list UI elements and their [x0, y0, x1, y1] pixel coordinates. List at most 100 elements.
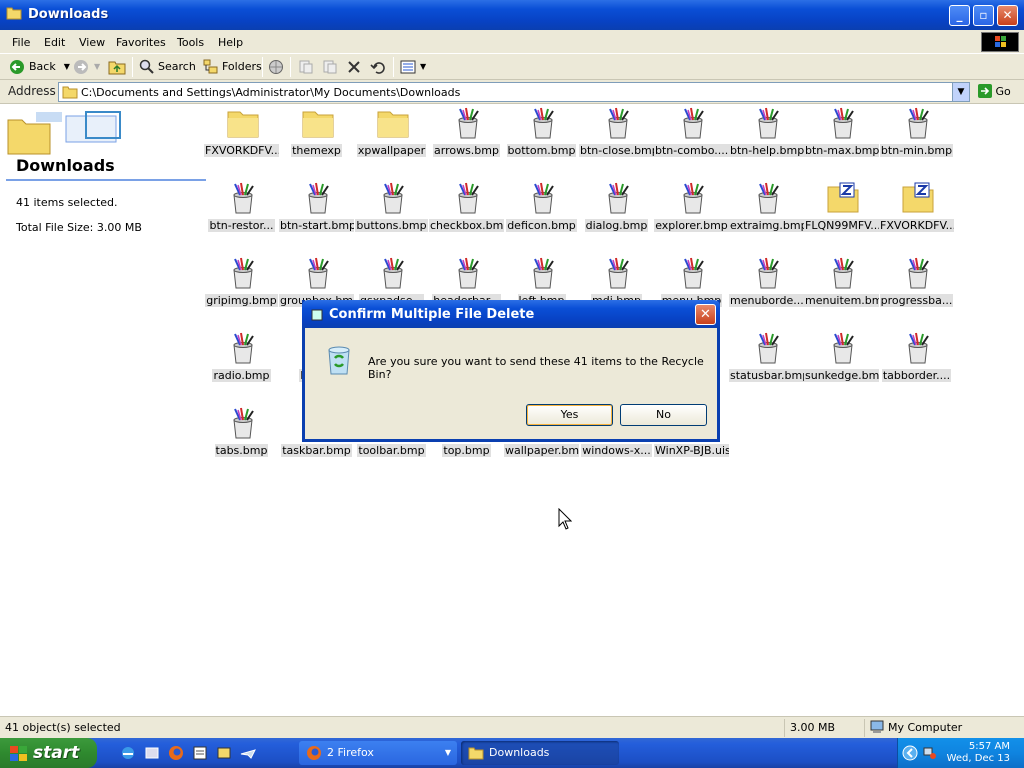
bitmap-icon	[901, 106, 935, 140]
bitmap-icon	[451, 181, 485, 215]
window-titlebar[interactable]: Downloads _ ▫ ✕	[0, 0, 1024, 30]
bitmap-icon	[826, 331, 860, 365]
maximize-button[interactable]: ▫	[973, 5, 994, 26]
bitmap-icon	[301, 256, 335, 290]
folder-icon	[226, 106, 260, 140]
menu-tools[interactable]: Tools	[177, 36, 204, 49]
back-label: Back	[29, 60, 56, 73]
sync-button[interactable]	[268, 58, 284, 76]
file-item[interactable]: progressba...	[879, 256, 954, 316]
taskbar-button-downloads[interactable]: Downloads	[461, 741, 619, 765]
dialog-close-button[interactable]: ✕	[695, 304, 716, 325]
search-button[interactable]: Search	[139, 58, 196, 76]
address-input[interactable]: C:\Documents and Settings\Administrator\…	[58, 82, 970, 102]
file-item[interactable]: btn-max.bmp	[804, 106, 879, 166]
file-item[interactable]: tabs.bmp	[204, 406, 279, 466]
no-button[interactable]: No	[620, 404, 707, 426]
network-icon[interactable]	[922, 745, 938, 761]
forward-arrow-icon	[74, 60, 88, 74]
taskbar-button-firefox[interactable]: 2 Firefox ▼	[299, 741, 457, 765]
back-button[interactable]: Back ▼	[8, 58, 70, 76]
show-desktop-icon[interactable]	[144, 745, 160, 761]
bitmap-icon	[676, 106, 710, 140]
plane-icon[interactable]	[240, 745, 256, 761]
copy-to-button[interactable]	[322, 58, 338, 76]
file-item[interactable]: btn-restor...	[204, 181, 279, 241]
tray-expand-icon[interactable]	[902, 745, 918, 761]
file-name: gripimg.bmp	[205, 294, 278, 307]
file-item[interactable]: btn-combo....	[654, 106, 729, 166]
file-name: checkbox.bmp	[429, 219, 504, 232]
go-arrow-icon	[978, 84, 992, 98]
undo-icon	[370, 62, 385, 74]
status-location: My Computer	[888, 721, 963, 734]
file-item[interactable]: bottom.bmp	[504, 106, 579, 166]
file-name: tabborder....	[881, 369, 952, 382]
file-name: btn-close.bmp	[579, 144, 654, 157]
folders-button[interactable]: Folders	[203, 58, 262, 76]
menu-file[interactable]: File	[12, 36, 30, 49]
file-item[interactable]: btn-min.bmp	[879, 106, 954, 166]
media-icon[interactable]	[216, 745, 232, 761]
go-button[interactable]: Go	[978, 84, 1011, 98]
delete-button[interactable]	[346, 58, 362, 76]
file-name: toolbar.bmp	[357, 444, 426, 457]
file-item[interactable]: FXVORKDFV...	[879, 181, 954, 241]
file-item[interactable]: menuitem.bmp	[804, 256, 879, 316]
minimize-button[interactable]: _	[949, 5, 970, 26]
file-name: windows-x...	[581, 444, 652, 457]
file-item[interactable]: dialog.bmp	[579, 181, 654, 241]
move-to-button[interactable]	[298, 58, 314, 76]
file-item[interactable]: explorer.bmp	[654, 181, 729, 241]
go-label: Go	[995, 85, 1011, 98]
file-item[interactable]: menuborde...	[729, 256, 804, 316]
file-item[interactable]: FLQN99MFV...	[804, 181, 879, 241]
forward-button[interactable]: ▼	[72, 58, 100, 76]
notepad-icon[interactable]	[192, 745, 208, 761]
file-item[interactable]: btn-help.bmp	[729, 106, 804, 166]
menu-edit[interactable]: Edit	[44, 36, 65, 49]
file-item[interactable]: arrows.bmp	[429, 106, 504, 166]
file-name: btn-min.bmp	[879, 144, 954, 157]
internet-explorer-icon[interactable]	[120, 745, 136, 761]
file-item[interactable]: checkbox.bmp	[429, 181, 504, 241]
menu-view[interactable]: View	[79, 36, 105, 49]
file-name: btn-restor...	[208, 219, 275, 232]
address-path: C:\Documents and Settings\Administrator\…	[81, 86, 461, 99]
status-size: 3.00 MB	[790, 721, 836, 734]
file-item[interactable]: buttons.bmp	[354, 181, 429, 241]
file-item[interactable]: sunkedge.bmp	[804, 331, 879, 391]
file-item[interactable]: deficon.bmp	[504, 181, 579, 241]
file-item[interactable]: gripimg.bmp	[204, 256, 279, 316]
file-item[interactable]: btn-start.bmp	[279, 181, 354, 241]
dialog-titlebar[interactable]: Confirm Multiple File Delete ✕	[302, 300, 720, 328]
undo-button[interactable]	[370, 58, 386, 76]
menu-favorites[interactable]: Favorites	[116, 36, 166, 49]
clock[interactable]: 5:57 AM Wed, Dec 13	[947, 741, 1010, 765]
start-button[interactable]: start	[0, 738, 97, 768]
menu-help[interactable]: Help	[218, 36, 243, 49]
file-item[interactable]: FXVORKDFV...	[204, 106, 279, 166]
address-dropdown-button[interactable]: ▼	[952, 83, 969, 101]
taskbar-label-firefox: 2 Firefox	[327, 746, 374, 759]
search-label: Search	[158, 60, 196, 73]
file-name: progressba...	[879, 294, 954, 307]
firefox-icon[interactable]	[168, 745, 184, 761]
views-button[interactable]: ▼	[400, 58, 426, 76]
up-folder-button[interactable]	[108, 58, 126, 76]
confirm-delete-dialog: Confirm Multiple File Delete ✕ Are you s…	[302, 300, 720, 442]
window-title: Downloads	[28, 7, 109, 22]
file-item[interactable]: btn-close.bmp	[579, 106, 654, 166]
file-item[interactable]: extraimg.bmp	[729, 181, 804, 241]
bitmap-icon	[601, 106, 635, 140]
copy-to-icon	[323, 60, 337, 74]
file-item[interactable]: statusbar.bmp	[729, 331, 804, 391]
close-button[interactable]: ✕	[997, 5, 1018, 26]
file-name: tabs.bmp	[214, 444, 269, 457]
file-item[interactable]: themexp	[279, 106, 354, 166]
file-item[interactable]: radio.bmp	[204, 331, 279, 391]
yes-button[interactable]: Yes	[526, 404, 613, 426]
file-item[interactable]: xpwallpaper	[354, 106, 429, 166]
move-to-icon	[299, 60, 313, 74]
file-item[interactable]: tabborder....	[879, 331, 954, 391]
